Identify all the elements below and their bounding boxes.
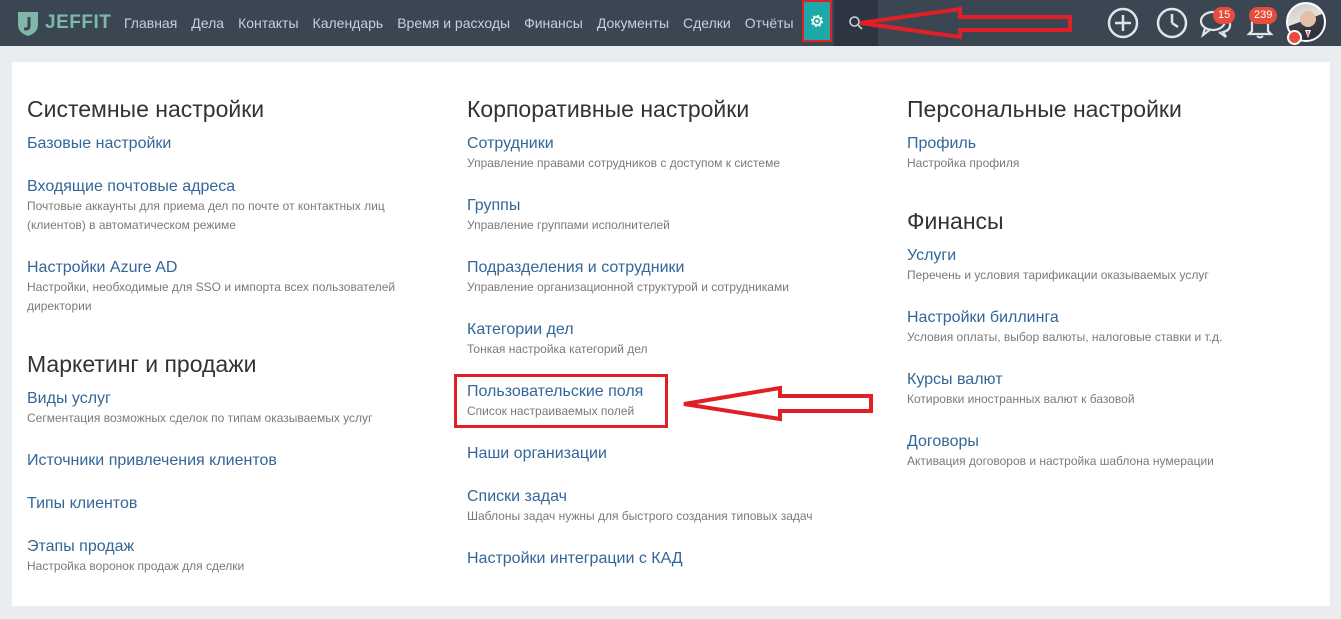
nav-item-finance[interactable]: Финансы	[524, 15, 583, 31]
desc-groups: Управление группами исполнителей	[467, 218, 670, 232]
settings-button[interactable]	[802, 0, 832, 42]
link-client-types[interactable]: Типы клиентов	[27, 495, 137, 513]
search-button[interactable]	[834, 0, 878, 46]
nav-item-contacts[interactable]: Контакты	[238, 15, 298, 31]
nav-item-calendar[interactable]: Календарь	[313, 15, 384, 31]
nav-item-home[interactable]: Главная	[124, 15, 177, 31]
section-title-marketing: Маркетинг и продажи	[27, 351, 257, 377]
settings-panel: Системные настройки Базовые настройки Вх…	[12, 62, 1330, 606]
link-services[interactable]: Услуги	[907, 247, 956, 265]
link-azure-ad[interactable]: Настройки Azure AD	[27, 259, 177, 277]
status-dot	[1287, 30, 1302, 45]
notifications-badge: 239	[1249, 7, 1278, 24]
search-icon	[849, 16, 863, 30]
link-service-types[interactable]: Виды услуг	[27, 390, 111, 408]
section-title-personal: Персональные настройки	[907, 96, 1182, 122]
nav-item-reports[interactable]: Отчёты	[745, 15, 794, 31]
desc-exchange-rates: Котировки иностранных валют к базовой	[907, 392, 1135, 406]
link-departments[interactable]: Подразделения и сотрудники	[467, 259, 684, 277]
nav-item-matters[interactable]: Дела	[191, 15, 224, 31]
plus-circle-icon	[1107, 7, 1139, 39]
link-exchange-rates[interactable]: Курсы валют	[907, 371, 1003, 389]
link-sales-stages[interactable]: Этапы продаж	[27, 538, 134, 556]
chat-badge: 15	[1213, 7, 1236, 24]
shield-logo-icon	[18, 12, 38, 36]
desc-departments: Управление организационной структурой и …	[467, 280, 789, 294]
top-navigation-bar: JEFFIT Главная Дела Контакты Календарь В…	[0, 0, 1341, 46]
link-profile[interactable]: Профиль	[907, 135, 976, 153]
link-incoming-mail[interactable]: Входящие почтовые адреса	[27, 178, 235, 196]
nav-item-deals[interactable]: Сделки	[683, 15, 731, 31]
link-contracts[interactable]: Договоры	[907, 433, 979, 451]
link-basic-settings[interactable]: Базовые настройки	[27, 135, 171, 153]
timer-button[interactable]	[1154, 5, 1190, 41]
link-billing-settings[interactable]: Настройки биллинга	[907, 309, 1059, 327]
desc-profile: Настройка профиля	[907, 156, 1020, 170]
gear-icon	[811, 15, 823, 27]
link-employees[interactable]: Сотрудники	[467, 135, 554, 153]
annotation-highlight-box	[454, 374, 668, 428]
nav-item-time-expenses[interactable]: Время и расходы	[397, 15, 510, 31]
desc-contracts: Активация договоров и настройка шаблона …	[907, 454, 1214, 468]
link-our-organizations[interactable]: Наши организации	[467, 445, 607, 463]
desc-azure-ad: Настройки, необходимые для SSO и импорта…	[27, 280, 396, 313]
desc-incoming-mail: Почтовые аккаунты для приема дел по почт…	[27, 199, 385, 232]
link-task-lists[interactable]: Списки задач	[467, 488, 567, 506]
desc-services: Перечень и условия тарификации оказываем…	[907, 268, 1209, 282]
section-title-corporate: Корпоративные настройки	[467, 96, 750, 122]
clock-icon	[1156, 7, 1188, 39]
main-nav: Главная Дела Контакты Календарь Время и …	[117, 0, 801, 46]
section-title-system: Системные настройки	[27, 96, 265, 122]
section-title-finance: Финансы	[907, 208, 1004, 234]
link-groups[interactable]: Группы	[467, 197, 520, 215]
desc-matter-categories: Тонкая настройка категорий дел	[467, 342, 648, 356]
nav-item-documents[interactable]: Документы	[597, 15, 669, 31]
desc-task-lists: Шаблоны задач нужны для быстрого создани…	[467, 509, 813, 523]
app-logo[interactable]: JEFFIT	[16, 9, 111, 37]
add-button[interactable]	[1105, 5, 1141, 41]
desc-sales-stages: Настройка воронок продаж для сделки	[27, 559, 245, 573]
link-kad-integration[interactable]: Настройки интеграции с КАД	[467, 550, 683, 568]
desc-billing-settings: Условия оплаты, выбор валюты, налоговые …	[907, 330, 1223, 344]
desc-employees: Управление правами сотрудников с доступо…	[467, 156, 781, 170]
link-lead-sources[interactable]: Источники привлечения клиентов	[27, 452, 277, 470]
desc-service-types: Сегментация возможных сделок по типам ок…	[27, 411, 373, 425]
logo-text: JEFFIT	[45, 12, 112, 33]
link-matter-categories[interactable]: Категории дел	[467, 321, 574, 339]
